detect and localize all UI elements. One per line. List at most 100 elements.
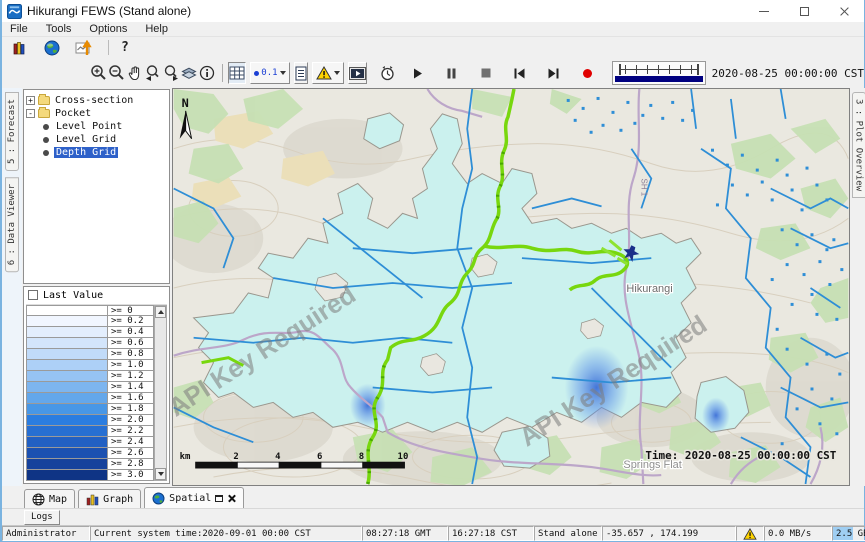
tab-plot-overview[interactable]: 3 : Plot Overview: [852, 92, 865, 198]
map-time-label: Time: 2020-08-25 00:00:00 CST: [645, 449, 836, 462]
legend-row: >= 2.6: [26, 448, 167, 459]
layer-tree: + Cross-section - Pocket Level Point Lev…: [23, 89, 170, 284]
last-value-checkbox[interactable]: [28, 290, 38, 300]
tree-item-label[interactable]: Level Grid: [54, 134, 118, 145]
status-bar: Administrator Current system time:2020-0…: [2, 525, 864, 541]
globe-icon[interactable]: [40, 37, 64, 59]
legend-scrollbar[interactable]: [154, 305, 167, 481]
zoom-in-icon[interactable]: [90, 62, 108, 84]
legend-row: >= 3.0: [26, 470, 167, 481]
tree-item-cross-section[interactable]: + Cross-section: [26, 94, 167, 107]
legend-row-label: >= 0.8: [108, 349, 154, 360]
map-globe-icon: [32, 493, 45, 506]
animation-panel-icon[interactable]: [348, 62, 367, 84]
tree-item-level-point[interactable]: Level Point: [26, 120, 167, 133]
depth-grid-spot: [702, 397, 730, 433]
folder-icon: [38, 96, 50, 105]
zoom-next-icon[interactable]: [162, 62, 180, 84]
menu-options[interactable]: Options: [89, 23, 127, 35]
legend-color-swatch: [26, 371, 108, 382]
minimize-button[interactable]: [744, 0, 784, 22]
first-step-button[interactable]: [508, 62, 532, 84]
menu-file[interactable]: File: [10, 23, 28, 35]
chevron-down-icon: [280, 71, 286, 75]
database-icon[interactable]: [8, 37, 32, 59]
legend-row-label: >= 2.6: [108, 448, 154, 459]
map-toolbar: 0.1: [2, 58, 864, 88]
main-toolbar: ?: [2, 37, 864, 58]
legend-toggle-icon[interactable]: [294, 62, 308, 84]
close-button[interactable]: [824, 0, 864, 22]
tab-graph[interactable]: Graph: [78, 489, 141, 508]
legend-color-swatch: [26, 470, 108, 481]
grid-toggle-icon[interactable]: [228, 62, 246, 84]
play-button[interactable]: [406, 62, 430, 84]
status-gmt-time: 08:27:18 GMT: [362, 526, 448, 541]
tree-item-depth-grid[interactable]: Depth Grid: [26, 146, 167, 159]
status-user: Administrator: [2, 526, 90, 541]
animation-clock-icon[interactable]: [379, 62, 396, 84]
timeseries-icon[interactable]: [72, 37, 96, 59]
record-button[interactable]: [576, 62, 600, 84]
zoom-out-icon[interactable]: [108, 62, 126, 84]
left-tab-strip: 5 : Forecast 6 : Data Viewer: [2, 88, 22, 486]
pan-hand-icon[interactable]: [126, 62, 144, 84]
layers-icon[interactable]: [180, 62, 198, 84]
legend-row: >= 0.8: [26, 349, 167, 360]
thresholds-dropdown[interactable]: [312, 62, 344, 84]
close-panel-icon[interactable]: [227, 494, 236, 503]
help-button[interactable]: ?: [121, 40, 129, 55]
right-tab-strip: 3 : Plot Overview: [850, 88, 865, 486]
legend-row-label: >= 0.4: [108, 327, 154, 338]
menu-help[interactable]: Help: [145, 23, 168, 35]
legend-color-swatch: [26, 327, 108, 338]
legend-row-label: >= 3.0: [108, 470, 154, 481]
app-logo-icon: [7, 4, 22, 19]
collapse-icon[interactable]: -: [26, 109, 35, 118]
svg-text:2: 2: [233, 452, 238, 462]
status-download-rate: 0.0 MB/s: [764, 526, 832, 541]
tab-spatial[interactable]: Spatial: [144, 487, 244, 508]
scroll-up-icon[interactable]: [155, 306, 166, 318]
bottom-tab-bar: Map Graph Spatial: [2, 486, 864, 508]
svg-text:8: 8: [359, 452, 364, 462]
left-column: + Cross-section - Pocket Level Point Lev…: [22, 88, 172, 486]
status-warning-cell[interactable]: [736, 526, 764, 541]
expand-icon[interactable]: +: [26, 96, 35, 105]
tree-item-label[interactable]: Pocket: [53, 108, 93, 119]
stop-button[interactable]: [474, 62, 498, 84]
tab-forecast[interactable]: 5 : Forecast: [5, 92, 19, 171]
chevron-down-icon: [334, 71, 340, 75]
logs-button[interactable]: Logs: [24, 510, 60, 525]
info-icon[interactable]: [198, 62, 216, 84]
zoom-previous-icon[interactable]: [144, 62, 162, 84]
legend-color-swatch: [26, 437, 108, 448]
tree-item-label-selected[interactable]: Depth Grid: [54, 147, 118, 158]
legend-row: >= 0: [26, 305, 167, 316]
tab-data-viewer[interactable]: 6 : Data Viewer: [5, 177, 19, 272]
status-mode: Stand alone: [534, 526, 602, 541]
legend-color-swatch: [26, 360, 108, 371]
tree-item-level-grid[interactable]: Level Grid: [26, 133, 167, 146]
tree-item-label[interactable]: Cross-section: [53, 95, 135, 106]
maximize-button[interactable]: [784, 0, 824, 22]
time-slider[interactable]: [612, 61, 706, 85]
tab-map[interactable]: Map: [24, 489, 75, 508]
svg-text:4: 4: [275, 452, 280, 462]
contour-value-dropdown[interactable]: 0.1: [250, 62, 289, 84]
legend-row-label: >= 2.2: [108, 426, 154, 437]
warning-icon: [316, 66, 332, 80]
scroll-down-icon[interactable]: [155, 468, 166, 480]
map-canvas[interactable]: API Key Required API Key Required Hikura…: [172, 88, 850, 486]
tree-item-pocket[interactable]: - Pocket: [26, 107, 167, 120]
legend-row-label: >= 2.0: [108, 415, 154, 426]
menu-tools[interactable]: Tools: [46, 23, 72, 35]
time-slider-track[interactable]: [615, 64, 703, 75]
restore-panel-icon[interactable]: [215, 495, 223, 502]
tree-item-label[interactable]: Level Point: [54, 121, 124, 132]
title-bar: Hikurangi FEWS (Stand alone): [2, 0, 864, 22]
last-step-button[interactable]: [542, 62, 566, 84]
pause-button[interactable]: [440, 62, 464, 84]
legend-row-label: >= 1.6: [108, 393, 154, 404]
legend-row-label: >= 1.2: [108, 371, 154, 382]
